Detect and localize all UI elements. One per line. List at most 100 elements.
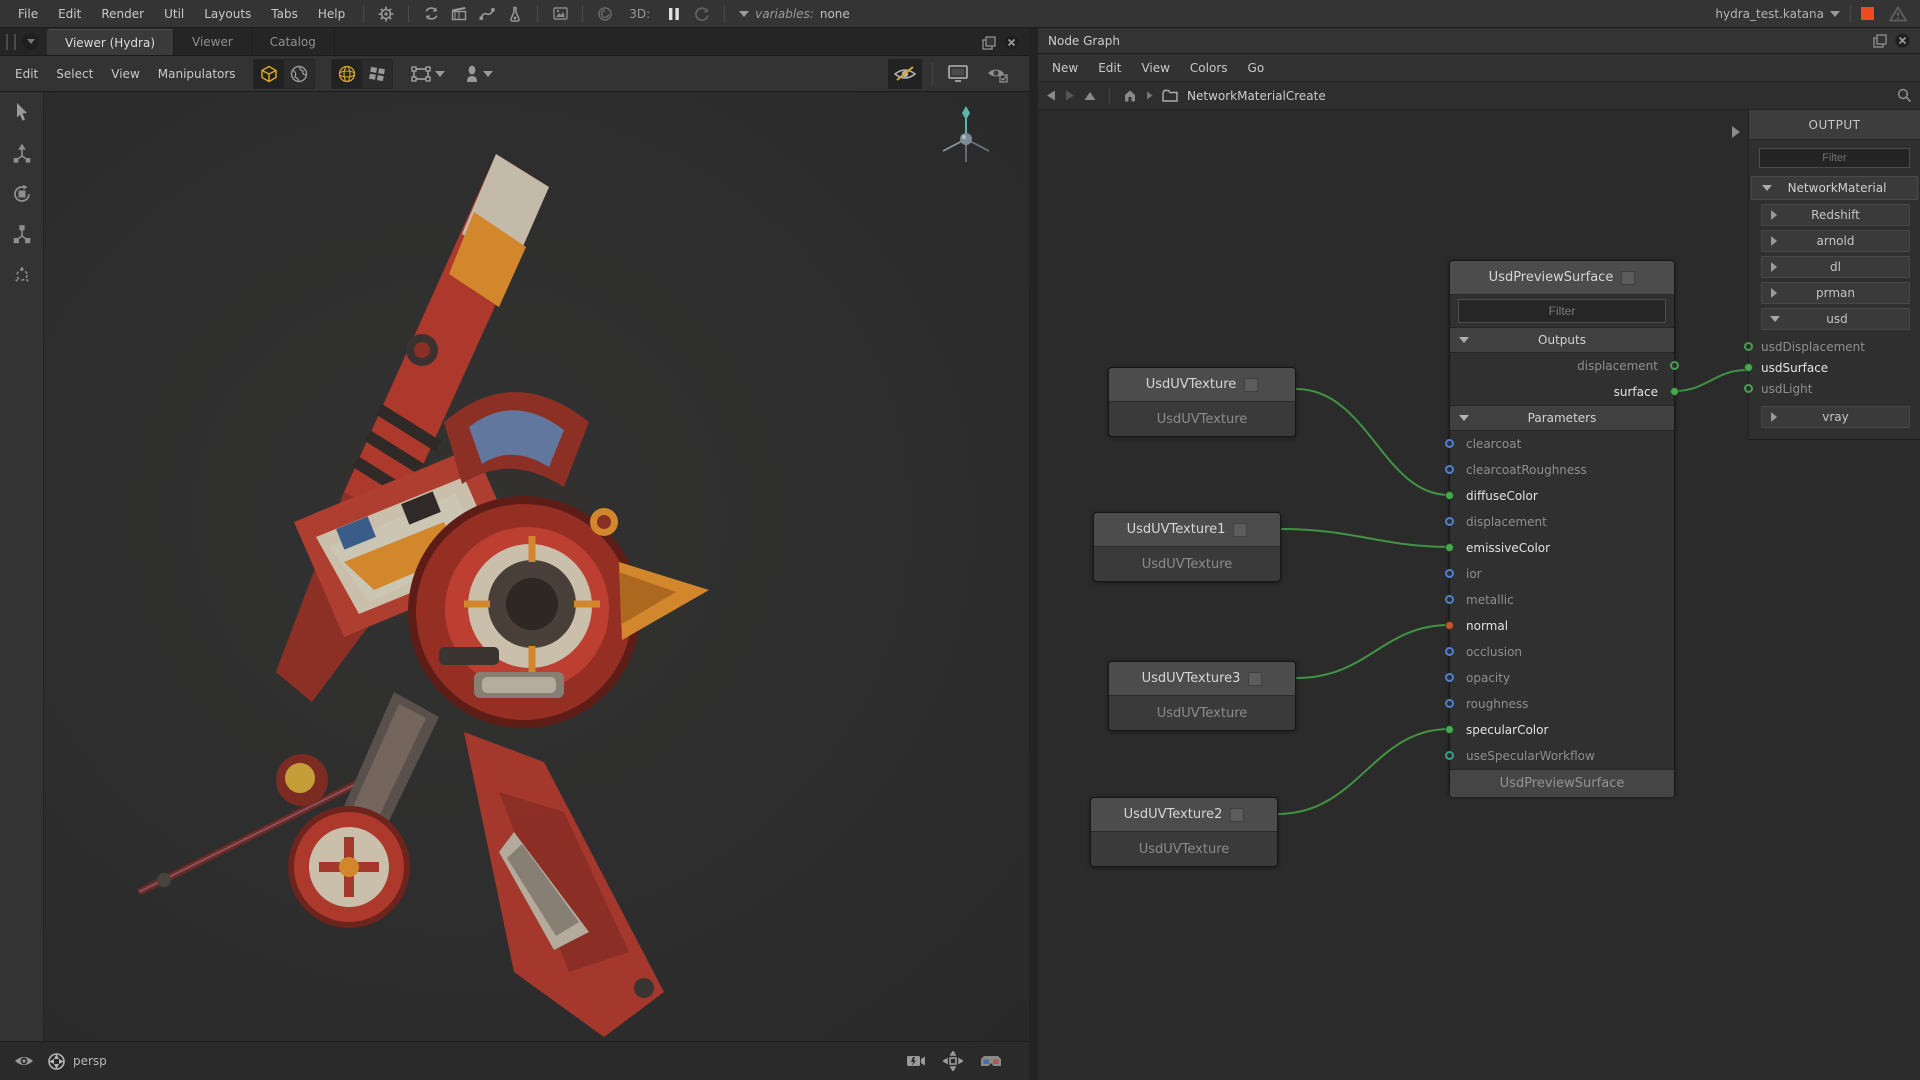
port-surface-out[interactable] [1670, 387, 1679, 396]
outputs-section-header[interactable]: Outputs [1450, 327, 1674, 353]
viewer-menu-view[interactable]: View [102, 56, 148, 92]
wireframe-sphere-button[interactable] [332, 60, 362, 88]
param-row-diffusecolor[interactable]: diffuseColor [1450, 483, 1674, 509]
up-level-icon[interactable] [1084, 91, 1096, 101]
port-occlusion[interactable] [1445, 647, 1454, 656]
ng-menu-edit[interactable]: Edit [1088, 54, 1131, 82]
collapse-panel-icon[interactable] [1732, 126, 1740, 138]
ng-menu-colors[interactable]: Colors [1180, 54, 1238, 82]
port-usdsurface[interactable] [1744, 363, 1753, 372]
popout-pane-icon[interactable] [982, 36, 996, 50]
popout-pane-icon[interactable] [1873, 34, 1887, 48]
param-row-displacement[interactable]: displacement [1450, 509, 1674, 535]
menu-render[interactable]: Render [91, 0, 154, 28]
port-specularcolor[interactable] [1445, 725, 1454, 734]
nodegraph-canvas[interactable]: UsdUVTexture UsdUVTexture UsdUVTexture1 … [1038, 110, 1920, 1080]
pan-move-icon[interactable] [943, 1051, 963, 1071]
node-title[interactable]: UsdPreviewSurface [1450, 261, 1674, 295]
eye-icon[interactable] [14, 1054, 34, 1068]
flash-camera-icon[interactable] [905, 1053, 927, 1069]
output-row-displacement[interactable]: displacement [1450, 353, 1674, 379]
networkmaterial-group[interactable]: NetworkMaterial [1751, 176, 1918, 200]
warning-icon[interactable] [1887, 3, 1909, 25]
node-title[interactable]: UsdUVTexture3 [1109, 662, 1295, 696]
pane-splitter[interactable] [1029, 28, 1038, 1080]
ng-menu-new[interactable]: New [1042, 54, 1088, 82]
curve-tool-icon[interactable] [476, 3, 498, 25]
port-displacement-out[interactable] [1670, 361, 1679, 370]
translate-tool-button[interactable] [0, 134, 44, 174]
settings-gear-icon[interactable] [375, 3, 397, 25]
param-row-occlusion[interactable]: occlusion [1450, 639, 1674, 665]
eye-checkbox-button[interactable] [983, 60, 1013, 88]
renderer-prman[interactable]: prman [1761, 282, 1910, 304]
viewer-menu-edit[interactable]: Edit [6, 56, 47, 92]
pane-menu-button[interactable] [22, 33, 39, 50]
port-metallic[interactable] [1445, 595, 1454, 604]
param-row-roughness[interactable]: roughness [1450, 691, 1674, 717]
tab-viewer[interactable]: Viewer [174, 29, 252, 55]
search-icon[interactable] [1897, 88, 1912, 103]
viewer-menu-select[interactable]: Select [47, 56, 102, 92]
home-icon[interactable] [1123, 89, 1137, 103]
port-normal[interactable] [1445, 621, 1454, 630]
port-row-usddisplacement[interactable]: usdDisplacement [1761, 336, 1920, 357]
renderer-redshift[interactable]: Redshift [1761, 204, 1910, 226]
pivot-tool-button[interactable] [0, 254, 44, 294]
parameters-section-header[interactable]: Parameters [1450, 405, 1674, 431]
viewport-3d[interactable] [44, 92, 1029, 1041]
render-scene-icon[interactable] [549, 3, 571, 25]
ng-menu-go[interactable]: Go [1238, 54, 1275, 82]
node-usduvtexture3[interactable]: UsdUVTexture3 UsdUVTexture [1108, 661, 1296, 731]
menu-edit[interactable]: Edit [48, 0, 91, 28]
breadcrumb-node-name[interactable]: NetworkMaterialCreate [1187, 89, 1326, 103]
node-usdpreviewsurface[interactable]: UsdPreviewSurface Outputs displacement s… [1449, 260, 1675, 796]
quad-view-button[interactable] [362, 60, 392, 88]
aperture-icon[interactable] [48, 1053, 65, 1070]
menu-tabs[interactable]: Tabs [261, 0, 308, 28]
port-opacity[interactable] [1445, 673, 1454, 682]
pause-icon[interactable] [663, 3, 685, 25]
port-clearcoatroughness[interactable] [1445, 465, 1454, 474]
ng-menu-view[interactable]: View [1131, 54, 1179, 82]
node-title[interactable]: UsdUVTexture2 [1091, 798, 1277, 832]
camera-name-label[interactable]: persp [73, 1054, 107, 1068]
node-usduvtexture[interactable]: UsdUVTexture UsdUVTexture [1108, 367, 1296, 437]
spacecraft-model[interactable] [44, 92, 1029, 1041]
port-diffusecolor[interactable] [1445, 491, 1454, 500]
monitor-display-button[interactable] [943, 60, 973, 88]
param-row-opacity[interactable]: opacity [1450, 665, 1674, 691]
tab-catalog[interactable]: Catalog [252, 29, 335, 55]
node-usduvtexture2[interactable]: UsdUVTexture2 UsdUVTexture [1090, 797, 1278, 867]
port-displacement[interactable] [1445, 517, 1454, 526]
textured-mode-button[interactable] [284, 60, 314, 88]
scene-filename-dropdown[interactable]: hydra_test.katana [1715, 7, 1840, 21]
node-title[interactable]: UsdUVTexture [1109, 368, 1295, 402]
param-row-clearcoatroughness[interactable]: clearcoatRoughness [1450, 457, 1674, 483]
menu-util[interactable]: Util [154, 0, 194, 28]
param-row-clearcoat[interactable]: clearcoat [1450, 431, 1674, 457]
recycle-icon[interactable] [420, 3, 442, 25]
output-filter-input[interactable] [1759, 148, 1910, 168]
viewer-menu-manipulators[interactable]: Manipulators [149, 56, 245, 92]
renderer-dl[interactable]: dl [1761, 256, 1910, 278]
scale-tool-button[interactable] [0, 214, 44, 254]
light-view-dropdown[interactable] [465, 65, 493, 83]
visibility-off-button[interactable] [888, 59, 922, 89]
pane-grip-handle[interactable] [6, 34, 16, 50]
flask-icon[interactable] [504, 3, 526, 25]
back-icon[interactable] [1046, 90, 1056, 101]
menu-file[interactable]: File [8, 0, 48, 28]
nodegraph-titlebar[interactable]: Node Graph [1038, 28, 1920, 54]
param-row-metallic[interactable]: metallic [1450, 587, 1674, 613]
stereo-glasses-icon[interactable] [979, 1054, 1003, 1069]
port-emissivecolor[interactable] [1445, 543, 1454, 552]
param-row-usespecularworkflow[interactable]: useSpecularWorkflow [1450, 743, 1674, 769]
close-pane-icon[interactable] [1004, 35, 1019, 50]
port-ior[interactable] [1445, 569, 1454, 578]
renderer-arnold[interactable]: arnold [1761, 230, 1910, 252]
port-usddisplacement[interactable] [1744, 342, 1753, 351]
forward-icon[interactable] [1065, 90, 1075, 101]
render-status-indicator[interactable] [1861, 7, 1874, 20]
shaded-mode-button[interactable] [254, 60, 284, 88]
